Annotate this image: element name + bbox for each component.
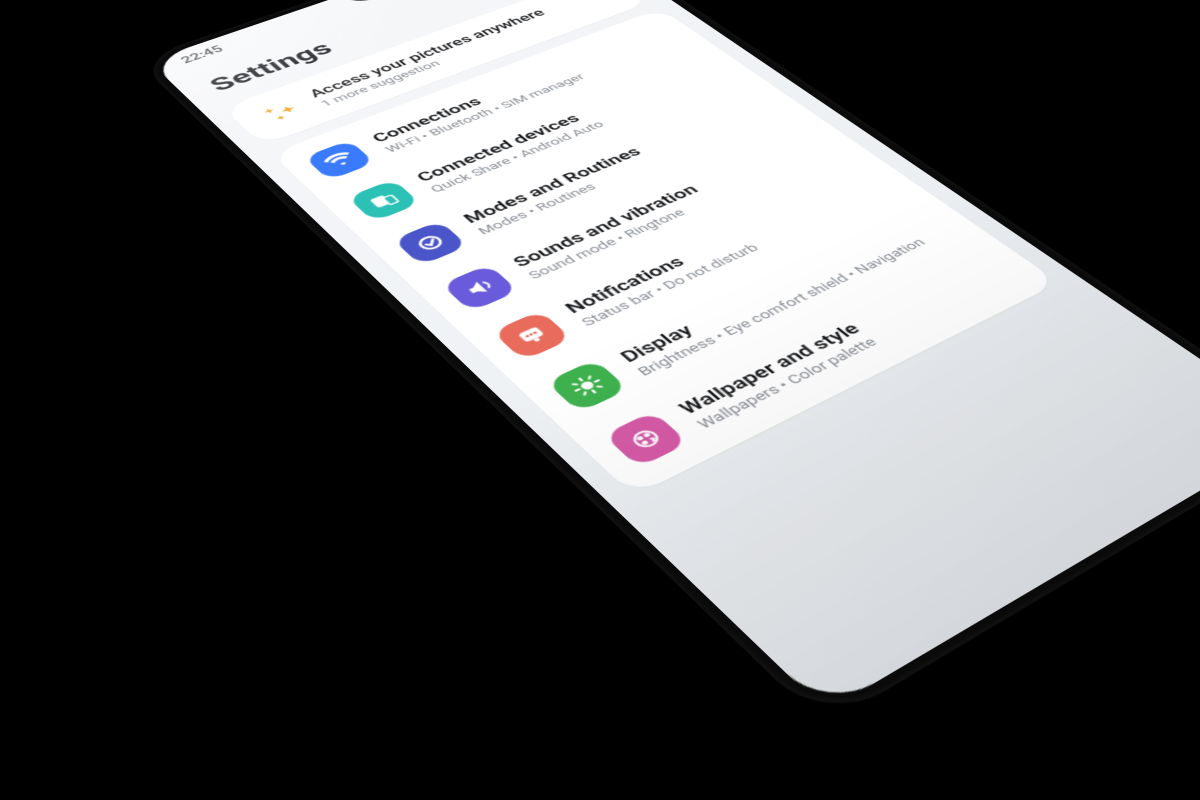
display-icon [546, 359, 629, 412]
sparkle-icon [253, 96, 311, 128]
settings-screen: 22:45 VoLTE 38% [149, 0, 1200, 712]
sound-icon [441, 264, 519, 312]
notifications-icon [492, 310, 572, 360]
wallpaper-icon [603, 411, 689, 468]
